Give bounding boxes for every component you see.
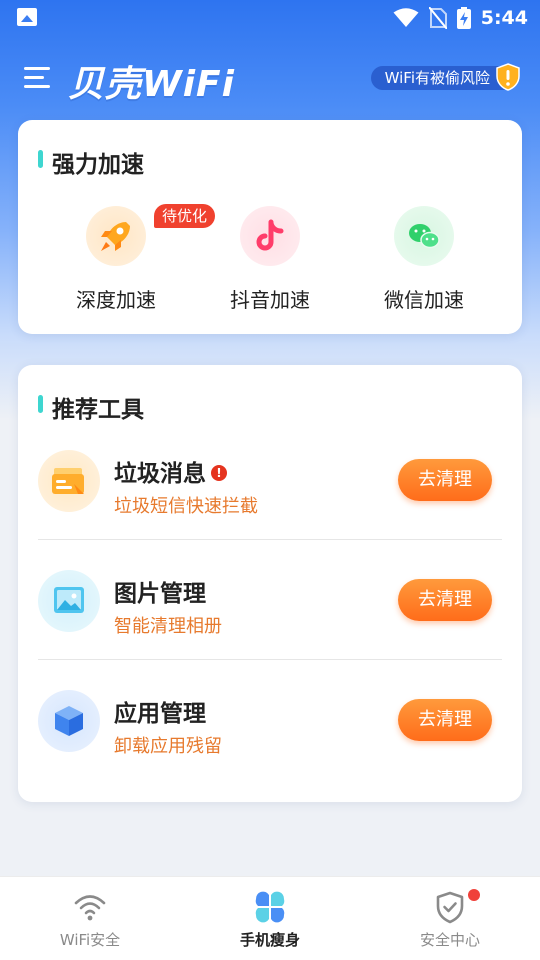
tool-row-pictures: 图片管理 智能清理相册 去清理 — [18, 570, 522, 690]
boost-label-wechat: 微信加速 — [384, 288, 464, 312]
bottom-tab-bar: WiFi安全 手机瘦身 安全中心 — [0, 876, 540, 960]
tool-title-pictures: 图片管理 — [114, 581, 206, 607]
tab-phone-slim[interactable]: 手机瘦身 — [180, 877, 360, 960]
boost-card: 强力加速 待优化 深度加速 抖音加速 微信加速 — [18, 120, 522, 334]
tool-title-apps: 应用管理 — [114, 701, 206, 727]
status-bar: 5:44 — [0, 0, 540, 36]
pending-optimization-badge: 待优化 — [154, 204, 216, 228]
cube-icon — [38, 690, 100, 752]
app-title: 贝壳WiFi — [68, 64, 235, 105]
tab-label-security-center: 安全中心 — [419, 931, 480, 949]
tool-row-spam: 垃圾消息! 垃圾短信快速拦截 去清理 — [18, 450, 522, 570]
menu-icon[interactable] — [24, 67, 50, 89]
tab-security-center[interactable]: 安全中心 — [360, 877, 540, 960]
rocket-icon — [86, 206, 146, 266]
wifi-risk-banner[interactable]: WiFi有被偷风险 — [370, 63, 520, 91]
clean-apps-button[interactable]: 去清理 — [398, 699, 492, 741]
douyin-icon — [240, 206, 300, 266]
picture-icon — [38, 570, 100, 632]
battery-charging-icon — [456, 7, 471, 29]
gallery-notification-icon — [17, 8, 37, 26]
tool-title-spam: 垃圾消息! — [114, 454, 227, 488]
tools-card-title: 推荐工具 — [38, 390, 144, 424]
tool-desc-apps: 卸载应用残留 — [114, 736, 222, 757]
wechat-icon — [394, 206, 454, 266]
status-time: 5:44 — [480, 7, 528, 29]
warning-shield-icon — [496, 63, 520, 91]
tab-wifi-security[interactable]: WiFi安全 — [0, 877, 180, 960]
divider — [38, 539, 502, 540]
tool-desc-spam: 垃圾短信快速拦截 — [114, 496, 258, 517]
message-box-icon — [38, 450, 100, 512]
tab-label-wifi-security: WiFi安全 — [59, 931, 121, 949]
boost-label-deep: 深度加速 — [76, 288, 156, 312]
boost-label-douyin: 抖音加速 — [230, 288, 310, 312]
tool-row-apps: 应用管理 卸载应用残留 去清理 — [18, 690, 522, 810]
divider — [38, 659, 502, 660]
tools-card: 推荐工具 垃圾消息! 垃圾短信快速拦截 去清理 图片管理 智能清理相册 去清理 … — [18, 365, 522, 802]
boost-card-title: 强力加速 — [38, 145, 144, 179]
wifi-signal-icon — [393, 8, 419, 27]
app-header: 贝壳WiFi WiFi有被偷风险 — [0, 50, 540, 106]
tool-desc-pictures: 智能清理相册 — [114, 616, 222, 637]
notification-dot — [468, 889, 480, 901]
clean-spam-button[interactable]: 去清理 — [398, 459, 492, 501]
clean-pictures-button[interactable]: 去清理 — [398, 579, 492, 621]
wifi-risk-label: WiFi有被偷风险 — [384, 69, 490, 87]
warning-icon: ! — [211, 465, 227, 481]
no-sim-icon — [428, 7, 447, 29]
wifi-icon — [74, 895, 106, 921]
shield-check-icon — [436, 891, 464, 924]
clover-icon — [255, 891, 285, 923]
tab-label-phone-slim: 手机瘦身 — [239, 931, 300, 949]
